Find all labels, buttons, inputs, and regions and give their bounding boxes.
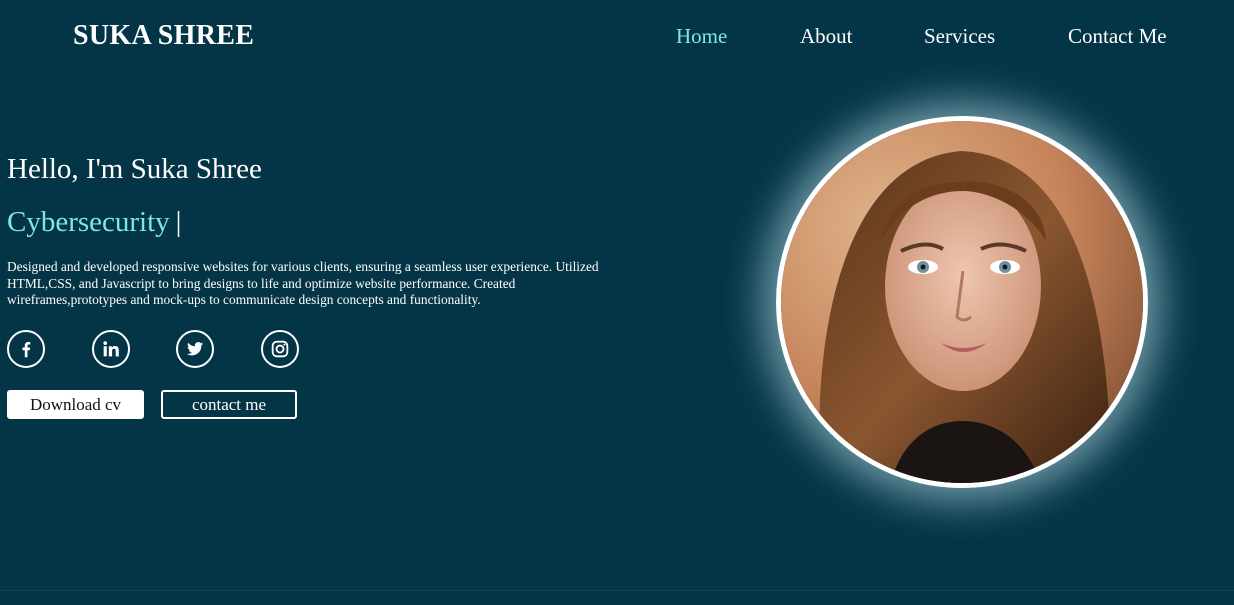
- page: SUKA SHREE Home About Services Contact M…: [0, 0, 1234, 605]
- profile-photo-illustration: [781, 121, 1143, 483]
- profile-photo: [776, 116, 1148, 488]
- hero-role: Cybersecurity |: [7, 206, 181, 239]
- nav-home[interactable]: Home: [676, 24, 727, 49]
- section-divider: [0, 590, 1234, 591]
- hero-role-text: Cybersecurity: [7, 206, 170, 238]
- instagram-link[interactable]: [261, 330, 299, 368]
- nav-contact-me[interactable]: Contact Me: [1068, 24, 1167, 49]
- linkedin-link[interactable]: [92, 330, 130, 368]
- facebook-link[interactable]: [7, 330, 45, 368]
- typing-cursor: |: [175, 206, 182, 238]
- nav-services[interactable]: Services: [924, 24, 995, 49]
- hero-description: Designed and developed responsive websit…: [7, 259, 599, 307]
- contact-me-button[interactable]: contact me: [161, 390, 297, 419]
- facebook-icon: [22, 341, 31, 358]
- social-links: [7, 330, 307, 368]
- linkedin-icon: [103, 341, 119, 357]
- hero-greeting: Hello, I'm Suka Shree: [7, 153, 262, 185]
- download-cv-button[interactable]: Download cv: [7, 390, 144, 419]
- nav-about[interactable]: About: [800, 24, 853, 49]
- main-nav: Home About Services Contact Me: [0, 24, 1234, 50]
- twitter-icon: [186, 342, 204, 356]
- twitter-link[interactable]: [176, 330, 214, 368]
- instagram-icon: [271, 340, 289, 358]
